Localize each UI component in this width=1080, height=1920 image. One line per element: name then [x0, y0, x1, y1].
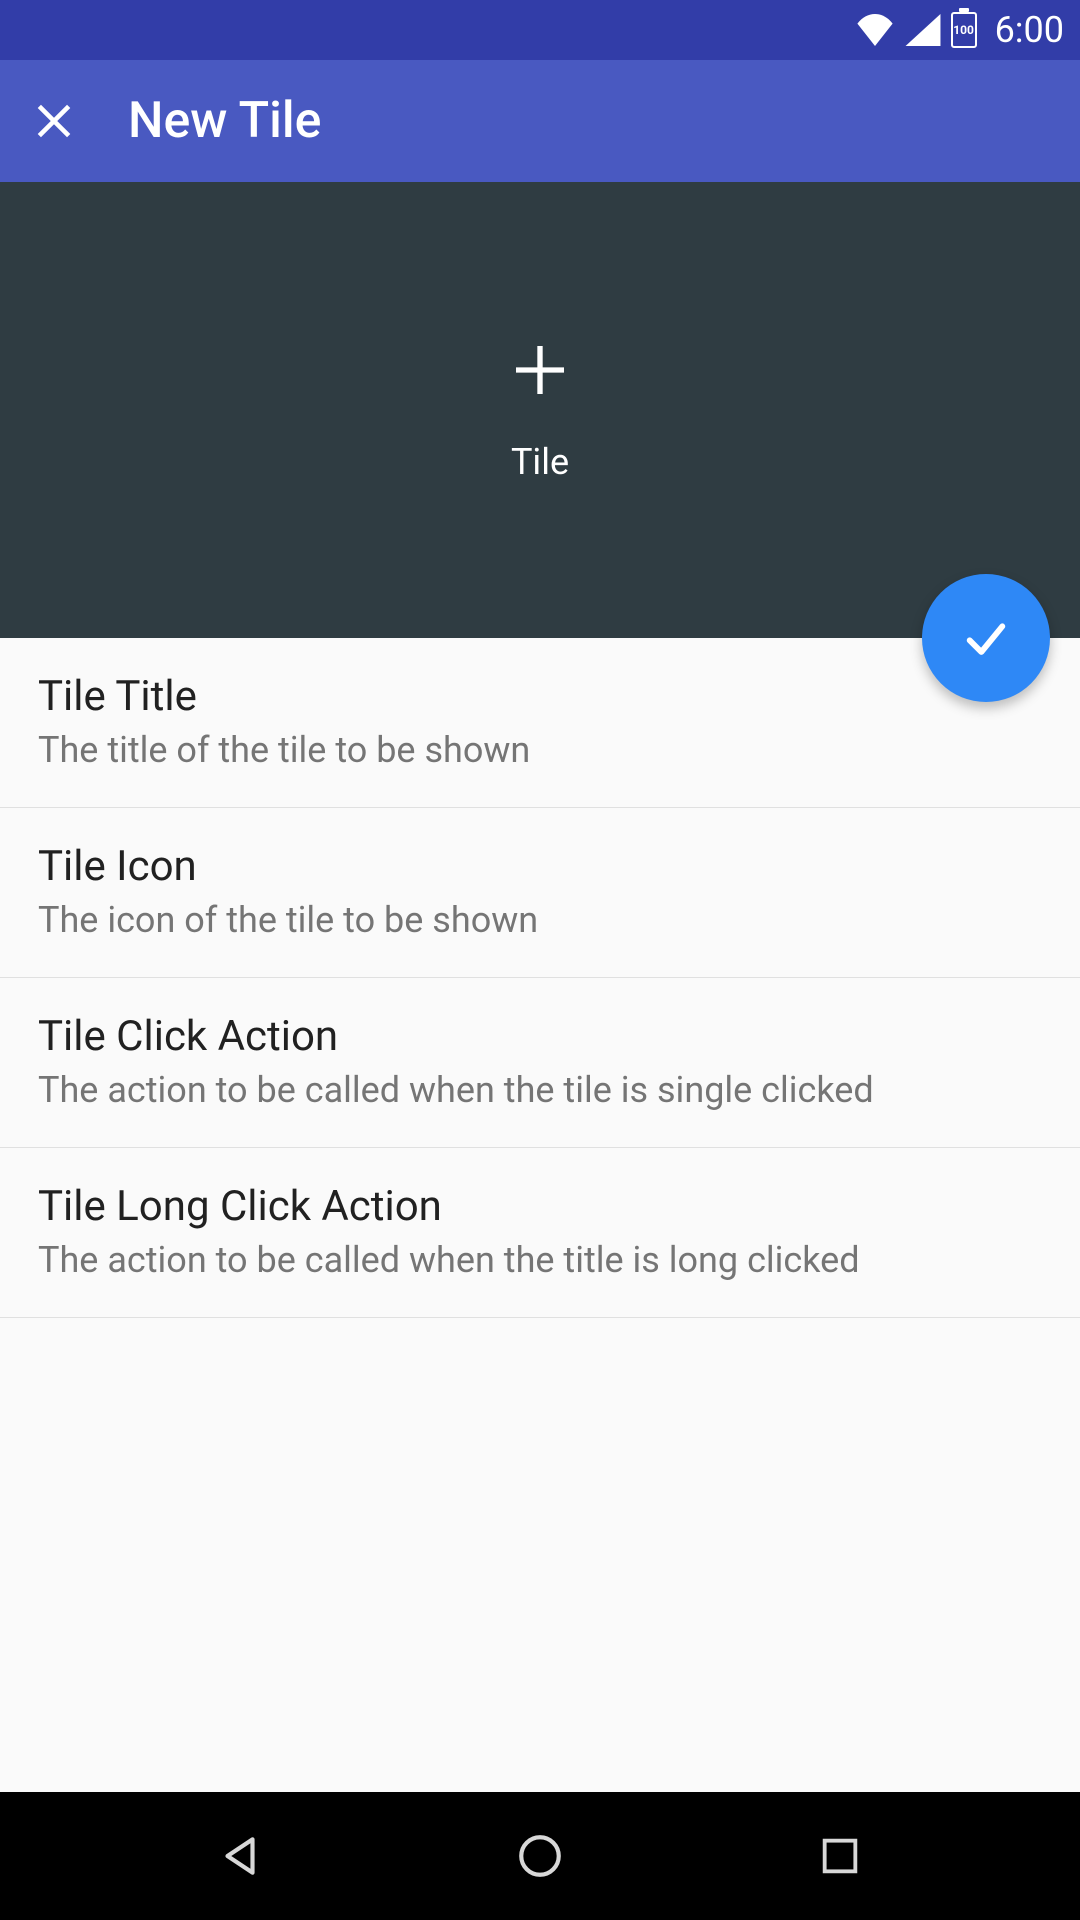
confirm-fab[interactable]	[922, 574, 1050, 702]
back-icon	[215, 1831, 265, 1881]
setting-title: Tile Long Click Action	[38, 1182, 1042, 1231]
setting-title: Tile Click Action	[38, 1012, 1042, 1061]
setting-description: The icon of the tile to be shown	[38, 899, 1042, 941]
wifi-icon	[855, 14, 895, 46]
setting-tile-title[interactable]: Tile Title The title of the tile to be s…	[0, 638, 1080, 808]
setting-description: The action to be called when the title i…	[38, 1239, 1042, 1281]
close-icon	[32, 99, 76, 143]
recents-icon	[817, 1833, 863, 1879]
app-bar: New Tile	[0, 60, 1080, 182]
tile-preview-area[interactable]: Tile	[0, 182, 1080, 638]
recents-button[interactable]	[800, 1816, 880, 1896]
home-icon	[515, 1831, 565, 1881]
setting-title: Tile Title	[38, 672, 1042, 721]
setting-description: The action to be called when the tile is…	[38, 1069, 1042, 1111]
settings-list: Tile Title The title of the tile to be s…	[0, 638, 1080, 1318]
setting-tile-icon[interactable]: Tile Icon The icon of the tile to be sho…	[0, 808, 1080, 978]
battery-level: 100	[953, 23, 974, 37]
home-button[interactable]	[500, 1816, 580, 1896]
status-time: 6:00	[995, 9, 1064, 51]
back-button[interactable]	[200, 1816, 280, 1896]
setting-tile-click-action[interactable]: Tile Click Action The action to be calle…	[0, 978, 1080, 1148]
setting-description: The title of the tile to be shown	[38, 729, 1042, 771]
plus-icon	[508, 338, 572, 406]
setting-tile-long-click-action[interactable]: Tile Long Click Action The action to be …	[0, 1148, 1080, 1318]
page-title: New Tile	[128, 92, 321, 150]
cellular-icon	[905, 14, 941, 46]
tile-preview-label: Tile	[511, 441, 569, 483]
battery-icon: 100	[951, 12, 977, 48]
navigation-bar	[0, 1792, 1080, 1920]
status-bar: 100 6:00	[0, 0, 1080, 60]
setting-title: Tile Icon	[38, 842, 1042, 891]
close-button[interactable]	[30, 97, 78, 145]
check-icon	[958, 610, 1014, 666]
